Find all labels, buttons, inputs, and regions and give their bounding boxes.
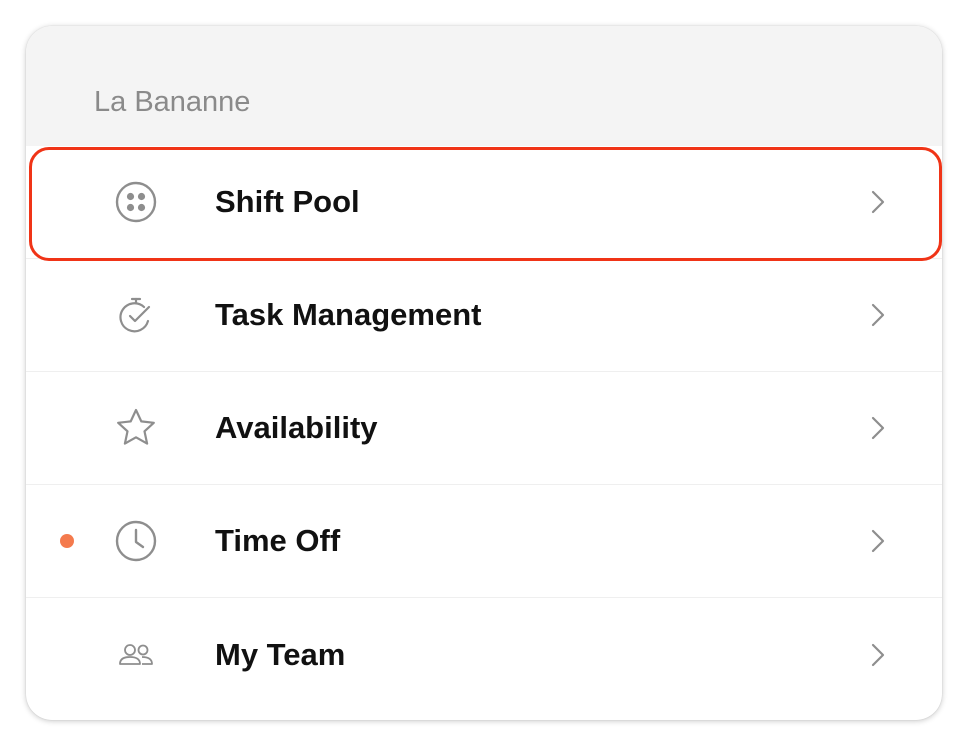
menu-item-label: My Team xyxy=(215,636,346,672)
menu-list: Shift Pool Task Management Availability … xyxy=(26,146,942,711)
navigation-card: La Bananne Shift Pool Task Management Av… xyxy=(26,26,942,720)
shift-pool-icon xyxy=(114,180,158,224)
chevron-right-icon xyxy=(868,527,888,555)
star-icon xyxy=(114,406,158,450)
menu-item-label: Shift Pool xyxy=(215,184,360,219)
chevron-right-icon xyxy=(868,414,888,442)
organization-name: La Bananne xyxy=(94,86,251,118)
notification-dot xyxy=(60,534,74,548)
chevron-right-icon xyxy=(868,641,888,669)
chevron-right-icon xyxy=(868,188,888,216)
menu-item-time-off[interactable]: Time Off xyxy=(26,485,942,598)
menu-item-label: Task Management xyxy=(215,297,482,332)
menu-item-task-management[interactable]: Task Management xyxy=(26,259,942,372)
card-header: La Bananne xyxy=(26,26,942,146)
menu-item-shift-pool[interactable]: Shift Pool xyxy=(26,146,942,259)
task-check-icon xyxy=(114,293,158,337)
clock-icon xyxy=(114,519,158,563)
menu-item-availability[interactable]: Availability xyxy=(26,372,942,485)
menu-item-label: Time Off xyxy=(215,523,341,558)
chevron-right-icon xyxy=(868,301,888,329)
menu-item-my-team[interactable]: My Team xyxy=(26,598,942,711)
team-icon xyxy=(114,633,158,677)
menu-item-label: Availability xyxy=(215,410,378,445)
